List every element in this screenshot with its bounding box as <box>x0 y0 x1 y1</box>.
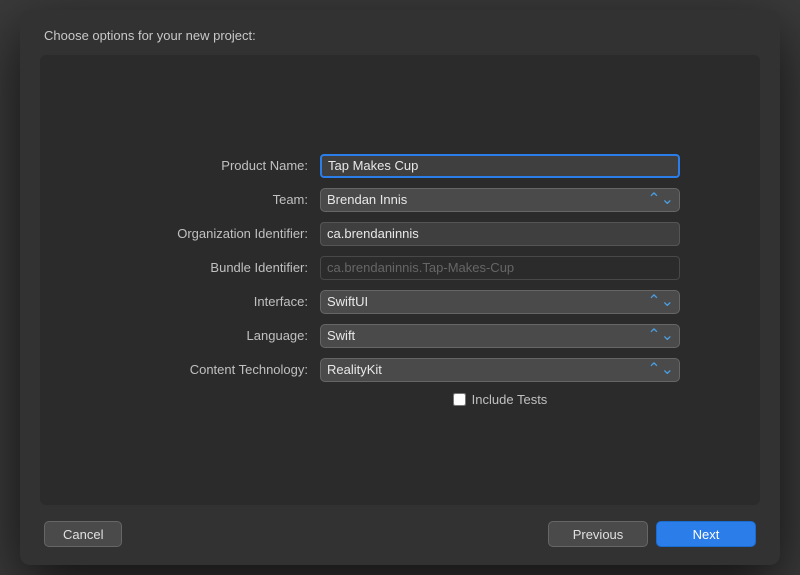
include-tests-row: Include Tests <box>120 392 680 407</box>
language-row: Language: Swift Objective-C ⌃⌄ <box>120 324 680 348</box>
dialog-title: Choose options for your new project: <box>20 28 780 55</box>
product-name-input[interactable] <box>320 154 680 178</box>
language-label: Language: <box>120 328 320 343</box>
new-project-dialog: Choose options for your new project: Pro… <box>20 10 780 565</box>
bundle-id-row: Bundle Identifier: <box>120 256 680 280</box>
previous-button[interactable]: Previous <box>548 521 648 547</box>
org-id-label: Organization Identifier: <box>120 226 320 241</box>
team-label: Team: <box>120 192 320 207</box>
language-select-wrapper: Swift Objective-C ⌃⌄ <box>320 324 680 348</box>
dialog-footer: Cancel Previous Next <box>20 505 780 565</box>
form-container: Product Name: Team: Brendan Innis None ⌃… <box>120 154 680 407</box>
include-tests-label: Include Tests <box>472 392 548 407</box>
bundle-id-input <box>320 256 680 280</box>
content-tech-row: Content Technology: RealityKit SceneKit … <box>120 358 680 382</box>
footer-right: Previous Next <box>548 521 756 547</box>
team-select[interactable]: Brendan Innis None <box>320 188 680 212</box>
interface-label: Interface: <box>120 294 320 309</box>
next-button[interactable]: Next <box>656 521 756 547</box>
interface-row: Interface: SwiftUI Storyboard ⌃⌄ <box>120 290 680 314</box>
interface-select-wrapper: SwiftUI Storyboard ⌃⌄ <box>320 290 680 314</box>
language-select[interactable]: Swift Objective-C <box>320 324 680 348</box>
footer-left: Cancel <box>44 521 122 547</box>
content-tech-select[interactable]: RealityKit SceneKit Metal <box>320 358 680 382</box>
product-name-row: Product Name: <box>120 154 680 178</box>
interface-select[interactable]: SwiftUI Storyboard <box>320 290 680 314</box>
dialog-content: Product Name: Team: Brendan Innis None ⌃… <box>40 55 760 505</box>
content-tech-label: Content Technology: <box>120 362 320 377</box>
team-select-wrapper: Brendan Innis None ⌃⌄ <box>320 188 680 212</box>
bundle-id-label: Bundle Identifier: <box>120 260 320 275</box>
cancel-button[interactable]: Cancel <box>44 521 122 547</box>
product-name-label: Product Name: <box>120 158 320 173</box>
team-row: Team: Brendan Innis None ⌃⌄ <box>120 188 680 212</box>
org-id-input[interactable] <box>320 222 680 246</box>
content-tech-select-wrapper: RealityKit SceneKit Metal ⌃⌄ <box>320 358 680 382</box>
include-tests-checkbox[interactable] <box>453 393 466 406</box>
org-id-row: Organization Identifier: <box>120 222 680 246</box>
